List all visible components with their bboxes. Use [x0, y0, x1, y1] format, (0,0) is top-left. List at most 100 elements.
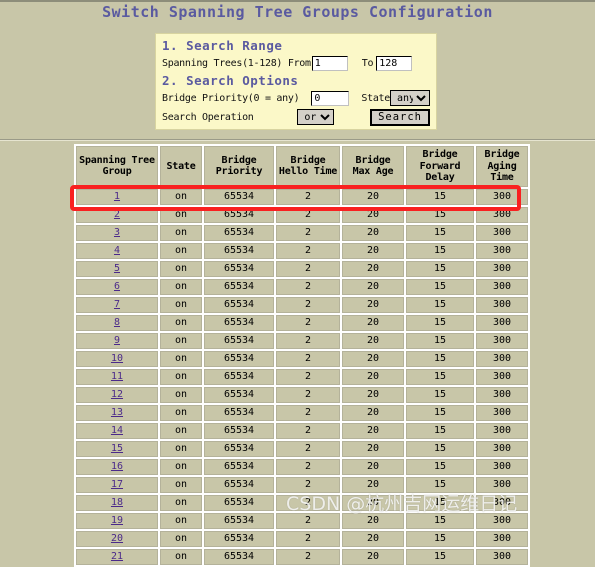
cell-spanning-tree-group[interactable]: 16: [76, 458, 158, 475]
cell-spanning-tree-group[interactable]: 13: [76, 404, 158, 421]
cell-hello: 2: [276, 476, 340, 493]
cell-spanning-tree-group[interactable]: 12: [76, 386, 158, 403]
bridge-priority-row: Bridge Priority(0 = any) State any: [162, 89, 430, 107]
cell-priority: 65534: [204, 440, 274, 457]
spanning-tree-group-link[interactable]: 4: [114, 245, 120, 256]
cell-max-age: 20: [342, 224, 404, 241]
spanning-tree-group-link[interactable]: 18: [111, 497, 123, 508]
spanning-tree-group-link[interactable]: 15: [111, 443, 123, 454]
search-button[interactable]: Search: [370, 108, 431, 126]
cell-spanning-tree-group[interactable]: 5: [76, 260, 158, 277]
cell-spanning-tree-group[interactable]: 21: [76, 548, 158, 565]
spanning-tree-group-link[interactable]: 2: [114, 209, 120, 220]
state-select[interactable]: any: [390, 90, 430, 106]
cell-forward-delay: 15: [406, 188, 474, 205]
search-operation-label: Search Operation: [162, 111, 254, 123]
cell-priority: 65534: [204, 548, 274, 565]
cell-aging-time: 300: [476, 422, 528, 439]
cell-state: on: [160, 530, 202, 547]
table-row: 4 on 65534 2 20 15 300: [76, 242, 528, 259]
cell-spanning-tree-group[interactable]: 14: [76, 422, 158, 439]
spanning-tree-group-link[interactable]: 16: [111, 461, 123, 472]
cell-state: on: [160, 314, 202, 331]
cell-max-age: 20: [342, 440, 404, 457]
table-row: 7 on 65534 2 20 15 300: [76, 296, 528, 313]
cell-aging-time: 300: [476, 278, 528, 295]
cell-max-age: 20: [342, 422, 404, 439]
range-to-input[interactable]: [376, 55, 413, 71]
search-operation-row: Search Operation or Search: [162, 108, 431, 126]
cell-aging-time: 300: [476, 260, 528, 277]
spanning-tree-group-link[interactable]: 13: [111, 407, 123, 418]
cell-forward-delay: 15: [406, 440, 474, 457]
cell-spanning-tree-group[interactable]: 2: [76, 206, 158, 223]
column-header-bridge-aging-time: Bridge Aging Time: [476, 146, 528, 187]
cell-forward-delay: 15: [406, 242, 474, 259]
spanning-tree-group-link[interactable]: 11: [111, 371, 123, 382]
cell-aging-time: 300: [476, 242, 528, 259]
spanning-tree-groups-table: Spanning Tree Group State Bridge Priorit…: [74, 144, 530, 567]
table-row: 5 on 65534 2 20 15 300: [76, 260, 528, 277]
cell-aging-time: 300: [476, 386, 528, 403]
section-divider: [0, 139, 595, 141]
spanning-tree-group-link[interactable]: 3: [114, 227, 120, 238]
cell-aging-time: 300: [476, 512, 528, 529]
cell-spanning-tree-group[interactable]: 3: [76, 224, 158, 241]
spanning-tree-group-link[interactable]: 20: [111, 533, 123, 544]
cell-spanning-tree-group[interactable]: 6: [76, 278, 158, 295]
cell-priority: 65534: [204, 314, 274, 331]
spanning-tree-group-link[interactable]: 21: [111, 551, 123, 562]
cell-spanning-tree-group[interactable]: 20: [76, 530, 158, 547]
spanning-tree-group-link[interactable]: 8: [114, 317, 120, 328]
spanning-tree-group-link[interactable]: 17: [111, 479, 123, 490]
table-row: 2 on 65534 2 20 15 300: [76, 206, 528, 223]
table-header-row: Spanning Tree Group State Bridge Priorit…: [76, 146, 528, 187]
cell-spanning-tree-group[interactable]: 1: [76, 188, 158, 205]
cell-spanning-tree-group[interactable]: 10: [76, 350, 158, 367]
cell-hello: 2: [276, 188, 340, 205]
bridge-priority-input[interactable]: [311, 90, 350, 106]
cell-forward-delay: 15: [406, 422, 474, 439]
cell-aging-time: 300: [476, 494, 528, 511]
column-header-bridge-forward-delay: Bridge Forward Delay: [406, 146, 474, 187]
cell-aging-time: 300: [476, 188, 528, 205]
cell-state: on: [160, 404, 202, 421]
cell-spanning-tree-group[interactable]: 9: [76, 332, 158, 349]
cell-max-age: 20: [342, 260, 404, 277]
cell-max-age: 20: [342, 548, 404, 565]
cell-hello: 2: [276, 440, 340, 457]
cell-priority: 65534: [204, 422, 274, 439]
cell-spanning-tree-group[interactable]: 18: [76, 494, 158, 511]
cell-spanning-tree-group[interactable]: 15: [76, 440, 158, 457]
spanning-tree-group-link[interactable]: 5: [114, 263, 120, 274]
table-row: 1 on 65534 2 20 15 300: [76, 188, 528, 205]
cell-spanning-tree-group[interactable]: 8: [76, 314, 158, 331]
cell-state: on: [160, 242, 202, 259]
spanning-tree-group-link[interactable]: 1: [114, 191, 120, 202]
cell-priority: 65534: [204, 206, 274, 223]
cell-forward-delay: 15: [406, 278, 474, 295]
table-row: 14 on 65534 2 20 15 300: [76, 422, 528, 439]
cell-spanning-tree-group[interactable]: 4: [76, 242, 158, 259]
bridge-priority-label: Bridge Priority(0 = any): [162, 92, 300, 104]
spanning-tree-group-link[interactable]: 7: [114, 299, 120, 310]
spanning-tree-group-link[interactable]: 9: [114, 335, 120, 346]
cell-spanning-tree-group[interactable]: 7: [76, 296, 158, 313]
spanning-tree-group-link[interactable]: 10: [111, 353, 123, 364]
cell-spanning-tree-group[interactable]: 19: [76, 512, 158, 529]
cell-forward-delay: 15: [406, 206, 474, 223]
spanning-tree-group-link[interactable]: 12: [111, 389, 123, 400]
cell-forward-delay: 15: [406, 332, 474, 349]
search-operation-select[interactable]: or: [297, 109, 335, 125]
cell-spanning-tree-group[interactable]: 11: [76, 368, 158, 385]
cell-hello: 2: [276, 350, 340, 367]
spanning-tree-group-link[interactable]: 6: [114, 281, 120, 292]
table-row: 9 on 65534 2 20 15 300: [76, 332, 528, 349]
range-from-input[interactable]: [311, 55, 348, 71]
cell-state: on: [160, 350, 202, 367]
cell-priority: 65534: [204, 530, 274, 547]
cell-max-age: 20: [342, 512, 404, 529]
table-row: 3 on 65534 2 20 15 300: [76, 224, 528, 241]
spanning-tree-group-link[interactable]: 14: [111, 425, 123, 436]
cell-spanning-tree-group[interactable]: 17: [76, 476, 158, 493]
